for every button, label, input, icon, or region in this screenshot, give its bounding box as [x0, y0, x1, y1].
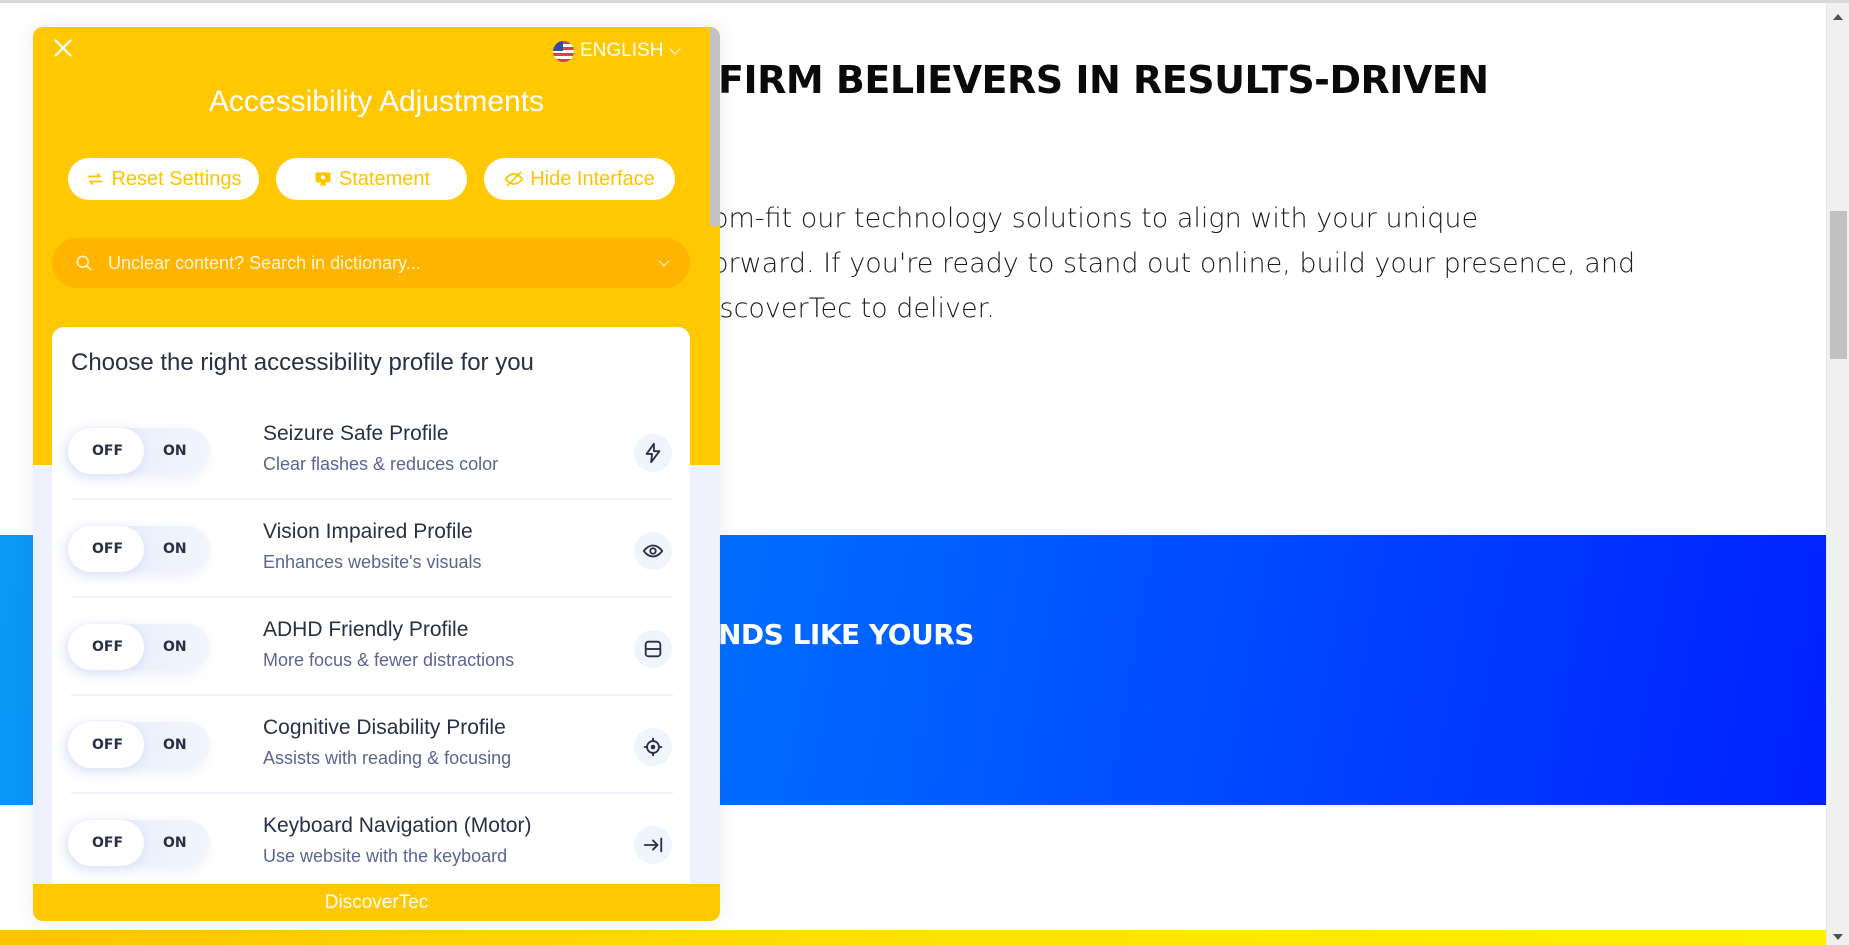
profile-icon-badge [634, 630, 672, 668]
cognitive-disability-toggle[interactable]: OFF ON [68, 722, 210, 768]
page-heading: FIRM BELIEVERS IN RESULTS-DRIVEN [718, 58, 1489, 102]
profile-icon-badge [634, 532, 672, 570]
toggle-on-label: ON [163, 443, 187, 459]
vision-impaired-toggle[interactable]: OFF ON [68, 526, 210, 572]
profile-description: Assists with reading & focusing [263, 748, 512, 768]
toggle-off-label: OFF [92, 639, 124, 655]
toggle-off-label: OFF [92, 443, 124, 459]
scroll-up-arrow-icon[interactable] [1833, 14, 1843, 20]
scrollbar-thumb[interactable] [1830, 211, 1847, 359]
statement-button[interactable]: Statement [276, 158, 467, 200]
profile-title: Keyboard Navigation (Motor) [263, 814, 532, 837]
eye-icon [642, 544, 664, 558]
reset-icon [87, 173, 104, 185]
profile-row-vision-impaired: OFF ON Vision Impaired Profile Enhances … [52, 500, 690, 598]
statement-label: Statement [338, 167, 431, 190]
toggle-off-label: OFF [92, 835, 124, 851]
focus-icon [644, 640, 662, 658]
body-line: iscoverTec to deliver. [712, 293, 995, 324]
panel-actions: Reset Settings Statement Hide Interface [68, 158, 675, 200]
profile-title: Seizure Safe Profile [263, 422, 449, 445]
toggle-on-label: ON [163, 737, 187, 753]
bottom-yellow-bar [0, 930, 1826, 945]
bolt-icon [645, 442, 661, 464]
toggle-off-label: OFF [92, 737, 124, 753]
profile-title: Vision Impaired Profile [263, 520, 473, 543]
accessibility-panel: ENGLISH Accessibility Adjustments Reset … [33, 27, 720, 921]
panel-title: Accessibility Adjustments [208, 85, 545, 118]
profile-description: Clear flashes & reduces color [263, 454, 499, 474]
search-input[interactable]: Unclear content? Search in dictionary... [108, 253, 646, 274]
dictionary-search[interactable]: Unclear content? Search in dictionary... [52, 238, 690, 288]
profile-row-seizure-safe: OFF ON Seizure Safe Profile Clear flashe… [52, 402, 690, 500]
profile-description: Enhances website's visuals [263, 552, 482, 572]
banner-heading: NDS LIKE YOURS [718, 618, 974, 651]
adhd-friendly-toggle[interactable]: OFF ON [68, 624, 210, 670]
profile-description: Use website with the keyboard [263, 846, 508, 866]
profile-title: Cognitive Disability Profile [263, 716, 506, 739]
profiles-card: Choose the right accessibility profile f… [52, 327, 690, 921]
toggle-on-label: ON [163, 639, 187, 655]
profile-description: More focus & fewer distractions [263, 650, 515, 670]
profile-title: ADHD Friendly Profile [263, 618, 469, 641]
seizure-safe-toggle[interactable]: OFF ON [68, 428, 210, 474]
chevron-down-icon[interactable] [658, 255, 670, 267]
target-icon [643, 737, 663, 757]
toggle-on-label: ON [163, 541, 187, 557]
hide-interface-label: Hide Interface [530, 167, 655, 190]
panel-scrollbar-thumb[interactable] [710, 27, 720, 227]
hide-interface-button[interactable]: Hide Interface [484, 158, 675, 200]
body-line: om-fit our technology solutions to align… [712, 203, 1479, 234]
search-icon [76, 255, 92, 271]
profile-icon-badge [634, 434, 672, 472]
toggle-off-label: OFF [92, 541, 124, 557]
arrow-to-line-icon [643, 837, 663, 853]
us-flag-icon [553, 40, 574, 62]
profile-icon-badge [634, 728, 672, 766]
keyboard-navigation-toggle[interactable]: OFF ON [68, 820, 210, 866]
chevron-down-icon [669, 42, 682, 55]
profile-row-cognitive-disability: OFF ON Cognitive Disability Profile Assi… [52, 696, 690, 794]
language-label: ENGLISH [580, 40, 664, 61]
reset-settings-label: Reset Settings [111, 167, 242, 190]
profile-icon-badge [634, 826, 672, 864]
reset-settings-button[interactable]: Reset Settings [68, 158, 259, 200]
language-selector[interactable]: ENGLISH [553, 38, 682, 64]
page-scrollbar[interactable] [1826, 3, 1849, 945]
window-top-border [0, 0, 1849, 3]
panel-footer-brand: DiscoverTec [33, 884, 720, 921]
body-line: orward. If you're ready to stand out onl… [712, 248, 1636, 279]
profile-row-keyboard-navigation: OFF ON Keyboard Navigation (Motor) Use w… [52, 794, 690, 892]
profile-row-adhd-friendly: OFF ON ADHD Friendly Profile More focus … [52, 598, 690, 696]
close-icon [54, 39, 72, 57]
eye-slash-icon [504, 171, 524, 187]
close-button[interactable] [50, 35, 76, 61]
scroll-down-arrow-icon[interactable] [1833, 934, 1843, 940]
toggle-on-label: ON [163, 835, 187, 851]
statement-icon [315, 172, 331, 187]
profiles-heading: Choose the right accessibility profile f… [71, 349, 534, 376]
page-body-text: om-fit our technology solutions to align… [712, 196, 1635, 331]
